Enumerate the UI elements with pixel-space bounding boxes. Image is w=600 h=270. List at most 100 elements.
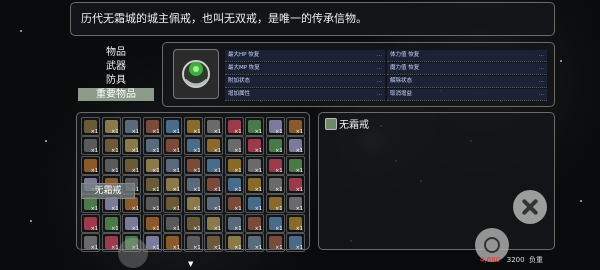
inventory-slot[interactable]: ×1 xyxy=(81,155,100,175)
item-quantity: ×1 xyxy=(275,148,283,155)
inventory-slot[interactable]: ×1 xyxy=(101,155,121,175)
category-weapons[interactable]: 武器 xyxy=(78,60,154,73)
inventory-slot[interactable]: ×1 xyxy=(81,213,100,233)
item-quantity: ×1 xyxy=(152,225,160,232)
item-quantity: ×1 xyxy=(172,129,180,135)
inventory-slot[interactable]: ×1 xyxy=(183,136,203,156)
inventory-slot[interactable]: ×1 xyxy=(265,232,285,252)
inventory-slot[interactable]: ×1 xyxy=(163,232,182,252)
inventory-slot[interactable]: ×1 xyxy=(265,155,285,175)
inventory-slot[interactable]: ×1 xyxy=(224,136,244,156)
inventory-slot[interactable]: ×1 xyxy=(286,232,305,252)
inventory-slot[interactable]: ×1 xyxy=(122,136,141,156)
inventory-slot[interactable]: ×1 xyxy=(122,213,141,233)
inventory-slot[interactable]: ×1 xyxy=(224,213,244,233)
inventory-slot[interactable]: ×1 xyxy=(204,194,223,214)
inventory-slot[interactable]: ×1 xyxy=(163,194,182,214)
item-quantity: ×1 xyxy=(152,167,160,174)
inventory-slot[interactable]: ×1 xyxy=(245,155,264,175)
inventory-slot[interactable]: ×1 xyxy=(81,232,100,252)
inventory-slot[interactable]: ×1 xyxy=(101,136,121,156)
inventory-slot[interactable]: ×1 xyxy=(142,117,162,136)
category-key-items[interactable]: 重要物品 xyxy=(78,88,154,101)
inventory-slot[interactable]: ×1 xyxy=(245,117,264,136)
inventory-slot[interactable]: ×1 xyxy=(163,136,182,156)
inventory-slot[interactable]: ×1 xyxy=(286,213,305,233)
inventory-slot[interactable]: ×1 xyxy=(245,194,264,214)
inventory-slot[interactable]: ×1 xyxy=(163,117,182,136)
item-quantity: ×1 xyxy=(213,244,221,251)
item-quantity: ×1 xyxy=(213,148,221,155)
inventory-slot[interactable]: ×1 xyxy=(245,136,264,156)
inventory-slot[interactable]: ×1 xyxy=(204,155,223,175)
inventory-slot[interactable]: ×1 xyxy=(204,213,223,233)
inventory-slot[interactable]: ×1 xyxy=(183,155,203,175)
inventory-slot[interactable]: ×1 xyxy=(224,232,244,252)
inventory-slot[interactable]: ×1 xyxy=(286,194,305,214)
inventory-slot[interactable]: ×1 xyxy=(245,232,264,252)
inventory-slot[interactable]: ×1 xyxy=(81,136,100,156)
inventory-slot[interactable]: ×1 xyxy=(142,174,162,194)
inventory-slot[interactable]: ×1 xyxy=(204,136,223,156)
stat-cancel-buff: 取消增益... xyxy=(387,89,547,101)
inventory-slot[interactable]: ×1 xyxy=(101,117,121,136)
inventory-slot[interactable]: ×1 xyxy=(245,174,264,194)
inventory-slot[interactable]: ×1 xyxy=(286,136,305,156)
close-button[interactable] xyxy=(513,190,547,224)
ring-small-icon xyxy=(325,118,337,130)
item-quantity: ×1 xyxy=(295,225,303,232)
inventory-slot[interactable]: ×1 xyxy=(183,213,203,233)
inventory-grid: ×1 ×1 ×1 ×1 ×1 ×1 ×1 ×1 ×1 ×1 ×1 ×1 ×1 ×1 ×1 ×1 ×1 ×1 ×1 ×1… xyxy=(76,112,310,252)
item-quantity: ×1 xyxy=(275,225,283,232)
item-quantity: ×1 xyxy=(111,148,119,155)
virtual-joystick[interactable] xyxy=(118,238,148,268)
item-quantity: ×1 xyxy=(111,206,119,213)
inventory-slot[interactable]: ×1 xyxy=(142,155,162,175)
inventory-slot[interactable]: ×1 xyxy=(142,194,162,214)
inventory-slot[interactable]: ×1 xyxy=(265,136,285,156)
inventory-slot[interactable]: ×1 xyxy=(224,155,244,175)
inventory-slot[interactable]: ×1 xyxy=(224,194,244,214)
category-items[interactable]: 物品 xyxy=(78,46,154,59)
inventory-slot[interactable]: ×1 xyxy=(163,174,182,194)
inventory-slot[interactable]: ×1 xyxy=(286,174,305,194)
weight-current: 4,680 xyxy=(480,256,501,264)
item-quantity: ×1 xyxy=(254,244,262,251)
inventory-slot[interactable]: ×1 xyxy=(265,174,285,194)
inventory-slot[interactable]: ×1 xyxy=(81,117,100,136)
inventory-slot[interactable]: ×1 xyxy=(122,117,141,136)
inventory-slot[interactable]: ×1 xyxy=(224,174,244,194)
scroll-down-icon[interactable]: ▼ xyxy=(188,260,193,268)
inventory-slot[interactable]: ×1 xyxy=(265,117,285,136)
item-quantity: ×1 xyxy=(193,148,201,155)
inventory-slot[interactable]: ×1 xyxy=(224,117,244,136)
inventory-slot[interactable]: ×1 xyxy=(101,213,121,233)
category-armor[interactable]: 防具 xyxy=(78,74,154,87)
inventory-slot[interactable]: ×1 xyxy=(245,213,264,233)
inventory-slot[interactable]: ×1 xyxy=(122,155,141,175)
inventory-slot[interactable]: ×1 xyxy=(183,117,203,136)
item-quantity: ×1 xyxy=(234,225,242,232)
inventory-slot[interactable]: ×1 xyxy=(183,194,203,214)
inventory-slot[interactable]: ×1 xyxy=(204,232,223,252)
inventory-slot[interactable]: ×1 xyxy=(163,155,182,175)
inventory-slot[interactable]: ×1 xyxy=(183,232,203,252)
inventory-slot[interactable]: ×1 xyxy=(265,213,285,233)
inventory-slot[interactable]: ×1 xyxy=(204,117,223,136)
inventory-slot[interactable]: ×1 xyxy=(142,213,162,233)
inventory-slot[interactable]: ×1 xyxy=(286,155,305,175)
item-quantity: ×1 xyxy=(275,167,283,174)
inventory-slot[interactable]: ×1 xyxy=(183,174,203,194)
item-quantity: ×1 xyxy=(213,206,221,213)
item-quantity: ×1 xyxy=(90,129,98,135)
inventory-slot[interactable]: ×1 xyxy=(163,213,182,233)
item-quantity: ×1 xyxy=(172,206,180,213)
item-quantity: ×1 xyxy=(131,206,139,213)
item-quantity: ×1 xyxy=(254,129,262,135)
inventory-slot[interactable]: ×1 xyxy=(142,136,162,156)
item-quantity: ×1 xyxy=(90,167,98,174)
inventory-slot[interactable]: ×1 xyxy=(204,174,223,194)
inventory-slot[interactable]: ×1 xyxy=(265,194,285,214)
item-quantity: ×1 xyxy=(152,129,160,135)
inventory-slot[interactable]: ×1 xyxy=(286,117,305,136)
